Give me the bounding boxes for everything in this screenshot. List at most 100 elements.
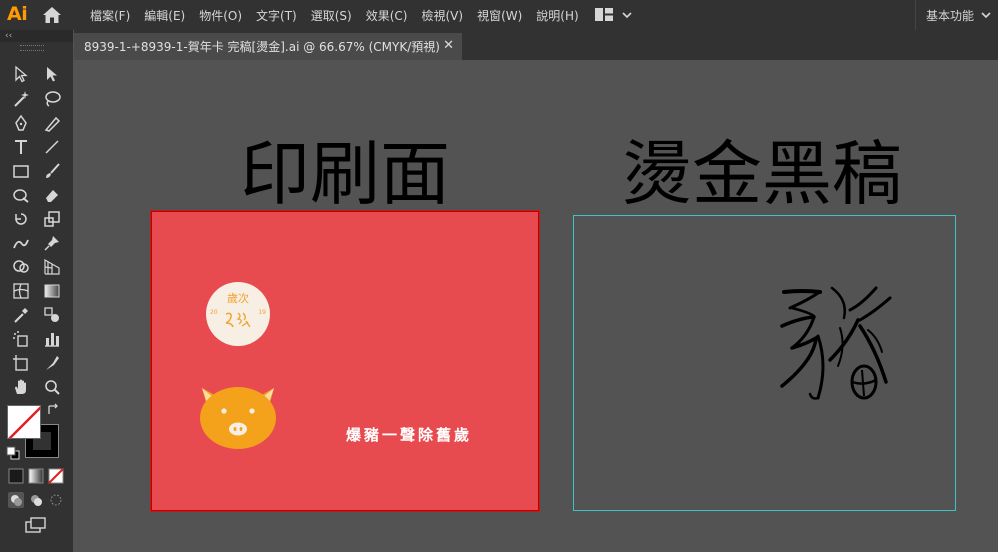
workspace-label: 基本功能 bbox=[925, 8, 974, 23]
magic-wand-tool[interactable] bbox=[10, 88, 32, 110]
pig-face-icon bbox=[200, 387, 276, 449]
color-mode-button[interactable] bbox=[6, 466, 26, 486]
type-tool[interactable] bbox=[10, 136, 32, 158]
screen-mode-button[interactable] bbox=[24, 515, 48, 535]
perspective-grid-icon bbox=[44, 258, 60, 275]
screen-mode-icon bbox=[25, 517, 46, 533]
perspective-grid-tool[interactable] bbox=[41, 256, 63, 278]
app-logo: Ai bbox=[7, 3, 28, 25]
close-tab-icon[interactable]: ✕ bbox=[443, 38, 454, 53]
shaper-icon bbox=[13, 189, 29, 203]
eyedropper-tool[interactable] bbox=[10, 304, 32, 326]
chevron-down-icon bbox=[622, 11, 632, 18]
hand-icon bbox=[15, 379, 26, 394]
draw-normal-button[interactable] bbox=[6, 490, 26, 510]
menu-window[interactable]: 視窗(W) bbox=[477, 7, 522, 24]
workspace-switcher[interactable]: 基本功能 bbox=[914, 0, 992, 30]
pen-icon bbox=[15, 114, 27, 131]
warp-tool[interactable] bbox=[10, 232, 32, 254]
lasso-tool[interactable] bbox=[41, 88, 63, 110]
shape-builder-icon bbox=[13, 260, 29, 273]
layout-grid-icon bbox=[595, 8, 613, 21]
home-icon[interactable] bbox=[42, 6, 62, 27]
artboard-tool[interactable] bbox=[10, 352, 32, 374]
panel-grip[interactable] bbox=[20, 45, 44, 51]
gradient-mode-button[interactable] bbox=[26, 466, 46, 486]
hand-tool[interactable] bbox=[10, 376, 32, 398]
artboard-foil[interactable] bbox=[573, 215, 956, 511]
paintbrush-tool[interactable] bbox=[41, 160, 63, 182]
filled-arrow-icon bbox=[47, 67, 57, 82]
type-icon bbox=[15, 140, 27, 154]
chevron-down-icon bbox=[981, 12, 991, 19]
puppet-warp-tool[interactable] bbox=[41, 232, 63, 254]
pig-seal-script-glyph-icon bbox=[780, 286, 892, 400]
scale-icon bbox=[44, 211, 60, 227]
eyedropper-icon bbox=[14, 308, 28, 323]
warp-icon bbox=[13, 239, 29, 249]
document-tab-title: 8939-1-+8939-1-賀年卡 完稿[燙金].ai @ 66.67% (C… bbox=[84, 40, 440, 54]
gradient-tool[interactable] bbox=[41, 280, 63, 302]
slice-tool[interactable] bbox=[41, 352, 63, 374]
mesh-tool[interactable] bbox=[10, 280, 32, 302]
menu-select[interactable]: 選取(S) bbox=[311, 7, 352, 24]
none-mode-button[interactable] bbox=[46, 466, 66, 486]
menu-bar: Ai 檔案(F) 編輯(E) 物件(O) 文字(T) 選取(S) 效果(C) 檢… bbox=[0, 0, 998, 30]
blend-tool[interactable] bbox=[41, 304, 63, 326]
main-menu: 檔案(F) 編輯(E) 物件(O) 文字(T) 選取(S) 效果(C) 檢視(V… bbox=[90, 0, 593, 30]
pin-icon bbox=[44, 236, 59, 251]
arrange-documents-button[interactable] bbox=[595, 8, 633, 21]
document-tab[interactable]: 8939-1-+8939-1-賀年卡 完稿[燙金].ai @ 66.67% (C… bbox=[74, 33, 462, 60]
menu-help[interactable]: 說明(H) bbox=[536, 7, 578, 24]
slice-knife-icon bbox=[46, 356, 59, 370]
zoom-tool[interactable] bbox=[41, 376, 63, 398]
seal-left-text: 20 bbox=[210, 309, 218, 316]
arrow-icon bbox=[15, 65, 28, 83]
rotate-tool[interactable] bbox=[10, 208, 32, 230]
artboard-icon bbox=[13, 355, 28, 371]
eraser-icon bbox=[46, 190, 58, 202]
column-graph-tool[interactable] bbox=[41, 328, 63, 350]
pen-tool[interactable] bbox=[10, 112, 32, 134]
scale-tool[interactable] bbox=[41, 208, 63, 230]
magnifier-icon bbox=[45, 380, 60, 395]
symbol-sprayer-tool[interactable] bbox=[10, 328, 32, 350]
rotate-icon bbox=[15, 213, 27, 225]
menu-object[interactable]: 物件(O) bbox=[199, 7, 242, 24]
mesh-icon bbox=[13, 283, 29, 299]
shaper-tool[interactable] bbox=[10, 184, 32, 206]
menu-file[interactable]: 檔案(F) bbox=[90, 7, 130, 24]
menu-edit[interactable]: 編輯(E) bbox=[144, 7, 185, 24]
shape-builder-tool[interactable] bbox=[10, 256, 32, 278]
swap-fill-stroke-icon[interactable] bbox=[45, 402, 61, 418]
brush-icon bbox=[46, 163, 60, 178]
menu-effect[interactable]: 效果(C) bbox=[366, 7, 408, 24]
lasso-icon bbox=[45, 91, 61, 107]
menu-view[interactable]: 檢視(V) bbox=[421, 7, 463, 24]
greeting-slogan: 爆豬一聲除舊歲 bbox=[346, 426, 473, 444]
eraser-tool[interactable] bbox=[41, 184, 63, 206]
artboard-print[interactable]: 歲次 20 19 爆豬一聲除舊歲 bbox=[150, 210, 540, 512]
pig-script-glyph-icon bbox=[225, 312, 251, 328]
magic-wand-icon bbox=[14, 91, 29, 107]
draw-inside-button[interactable] bbox=[46, 490, 66, 510]
curvature-pen-icon bbox=[44, 116, 61, 132]
collapse-panel-icon[interactable]: ‹‹ bbox=[0, 31, 12, 41]
heading-foil-side: 燙金黑稿 bbox=[622, 133, 902, 215]
default-fill-stroke-icon[interactable] bbox=[5, 445, 21, 461]
heading-print-side: 印刷面 bbox=[240, 133, 450, 215]
blend-icon bbox=[44, 307, 59, 322]
rectangle-icon bbox=[13, 165, 29, 178]
card-background: 歲次 20 19 爆豬一聲除舊歲 bbox=[151, 211, 539, 511]
menu-type[interactable]: 文字(T) bbox=[256, 7, 297, 24]
rectangle-tool[interactable] bbox=[10, 160, 32, 182]
direct-selection-tool[interactable] bbox=[41, 63, 63, 85]
gradient-icon bbox=[44, 284, 60, 298]
fill-swatch-front bbox=[7, 405, 41, 439]
draw-behind-button[interactable] bbox=[26, 490, 46, 510]
selection-tool[interactable] bbox=[10, 63, 32, 85]
curvature-tool[interactable] bbox=[41, 112, 63, 134]
line-segment-tool[interactable] bbox=[41, 136, 63, 158]
tools-panel-header[interactable]: ‹‹ bbox=[0, 30, 73, 42]
document-tab-bar: 8939-1-+8939-1-賀年卡 完稿[燙金].ai @ 66.67% (C… bbox=[74, 30, 998, 60]
